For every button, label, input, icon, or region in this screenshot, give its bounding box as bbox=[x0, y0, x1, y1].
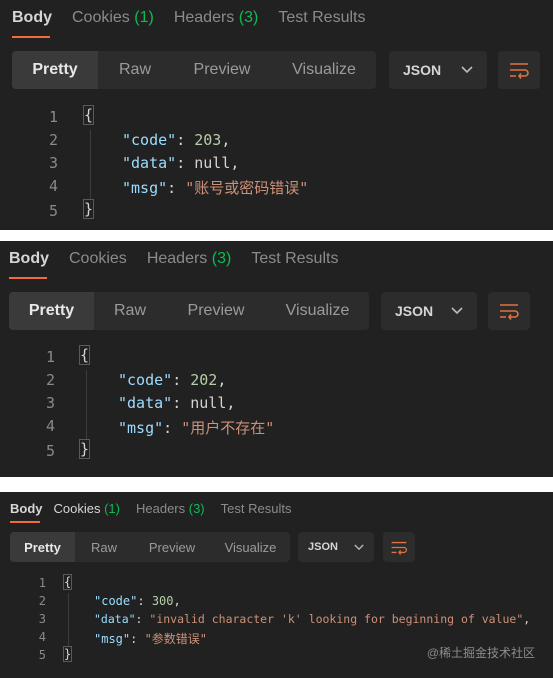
cookies-count: (1) bbox=[134, 9, 154, 26]
line-number: 3 bbox=[45, 394, 55, 412]
view-mode-raw[interactable]: Raw bbox=[98, 51, 172, 89]
view-mode-pretty[interactable]: Pretty bbox=[12, 51, 98, 89]
view-mode-visualize[interactable]: Visualize bbox=[272, 51, 376, 89]
response-panel-1: Body Cookies (1) Headers (3) Test Result… bbox=[0, 0, 553, 230]
response-panel-3: Body Cookies (1) Headers (3) Test Result… bbox=[0, 492, 553, 678]
view-mode-raw[interactable]: Raw bbox=[94, 292, 166, 330]
format-label: JSON bbox=[395, 303, 434, 319]
format-dropdown[interactable]: JSON bbox=[389, 51, 487, 89]
code-line: "msg": "参数错误" bbox=[94, 632, 208, 646]
tab-headers[interactable]: Headers (3) bbox=[136, 501, 205, 516]
view-mode-selector: Pretty Raw Preview Visualize bbox=[12, 51, 376, 89]
indent-guide bbox=[90, 130, 91, 200]
line-number: 4 bbox=[38, 630, 46, 644]
line-number: 1 bbox=[38, 576, 46, 590]
code-line: } bbox=[62, 646, 73, 662]
wrap-lines-icon bbox=[391, 541, 407, 555]
view-mode-visualize[interactable]: Visualize bbox=[211, 532, 290, 562]
view-mode-pretty[interactable]: Pretty bbox=[10, 532, 75, 562]
brace-close: } bbox=[78, 439, 91, 459]
view-mode-preview[interactable]: Preview bbox=[166, 292, 266, 330]
indent-guide bbox=[68, 593, 69, 647]
format-dropdown[interactable]: JSON bbox=[381, 292, 477, 330]
line-number: 2 bbox=[48, 131, 58, 149]
active-tab-underline bbox=[9, 277, 47, 279]
tab-cookies[interactable]: Cookies (1) bbox=[54, 501, 120, 516]
response-tabs: Body Cookies (1) Headers (3) Test Result… bbox=[10, 501, 291, 516]
brace-open: { bbox=[62, 574, 73, 590]
wrap-lines-icon bbox=[510, 63, 529, 79]
tab-body[interactable]: Body bbox=[9, 250, 49, 268]
line-number: 2 bbox=[45, 371, 55, 389]
line-number: 4 bbox=[45, 417, 55, 435]
wrap-lines-icon bbox=[500, 304, 519, 320]
code-line: "code": 202, bbox=[118, 371, 227, 389]
chevron-down-icon bbox=[354, 544, 364, 550]
line-number: 5 bbox=[48, 202, 58, 220]
line-number: 4 bbox=[48, 177, 58, 195]
code-line: { bbox=[82, 105, 95, 125]
line-number: 1 bbox=[45, 348, 55, 366]
code-line: "msg": "账号或密码错误" bbox=[122, 179, 309, 197]
code-line: "data": null, bbox=[122, 154, 240, 172]
view-mode-raw[interactable]: Raw bbox=[75, 532, 133, 562]
watermark: @稀土掘金技术社区 bbox=[426, 646, 535, 660]
tab-headers[interactable]: Headers (3) bbox=[174, 9, 259, 27]
tab-body[interactable]: Body bbox=[12, 9, 52, 27]
format-dropdown[interactable]: JSON bbox=[298, 532, 374, 562]
line-number: 5 bbox=[45, 442, 55, 460]
code-line: { bbox=[78, 345, 91, 365]
response-panel-2: Body Cookies Headers (3) Test Results Pr… bbox=[0, 241, 553, 477]
view-mode-preview[interactable]: Preview bbox=[172, 51, 272, 89]
line-number: 5 bbox=[38, 648, 46, 662]
active-tab-underline bbox=[10, 521, 40, 523]
headers-count: (3) bbox=[238, 9, 259, 26]
headers-count: (3) bbox=[188, 501, 205, 516]
view-mode-selector: Pretty Raw Preview Visualize bbox=[9, 292, 369, 330]
tab-test-results[interactable]: Test Results bbox=[221, 501, 292, 516]
brace-close: } bbox=[62, 646, 73, 662]
code-line: "code": 203, bbox=[122, 131, 231, 149]
line-number: 1 bbox=[48, 108, 58, 126]
tab-test-results[interactable]: Test Results bbox=[278, 9, 365, 27]
view-mode-preview[interactable]: Preview bbox=[133, 532, 211, 562]
brace-close: } bbox=[82, 199, 95, 219]
format-label: JSON bbox=[308, 541, 338, 553]
cookies-count: (1) bbox=[104, 501, 120, 516]
tab-cookies[interactable]: Cookies bbox=[69, 250, 127, 268]
view-mode-selector: Pretty Raw Preview Visualize bbox=[10, 532, 290, 562]
response-tabs: Body Cookies (1) Headers (3) Test Result… bbox=[12, 9, 365, 27]
brace-open: { bbox=[82, 105, 95, 125]
headers-count: (3) bbox=[211, 250, 232, 267]
format-label: JSON bbox=[403, 62, 442, 78]
view-mode-pretty[interactable]: Pretty bbox=[9, 292, 94, 330]
chevron-down-icon bbox=[461, 66, 473, 74]
tab-test-results[interactable]: Test Results bbox=[251, 250, 338, 268]
tab-body[interactable]: Body bbox=[10, 501, 43, 516]
view-mode-visualize[interactable]: Visualize bbox=[266, 292, 369, 330]
wrap-lines-button[interactable] bbox=[383, 532, 415, 562]
code-line: "code": 300, bbox=[94, 594, 181, 608]
tab-headers[interactable]: Headers (3) bbox=[147, 250, 232, 268]
code-line: } bbox=[82, 199, 95, 219]
code-line: "data": null, bbox=[118, 394, 236, 412]
code-line: } bbox=[78, 439, 91, 459]
code-line: { bbox=[62, 574, 73, 590]
wrap-lines-button[interactable] bbox=[488, 292, 530, 330]
line-number: 3 bbox=[38, 612, 46, 626]
tab-cookies[interactable]: Cookies (1) bbox=[72, 9, 154, 27]
wrap-lines-button[interactable] bbox=[498, 51, 540, 89]
response-tabs: Body Cookies Headers (3) Test Results bbox=[9, 250, 338, 268]
brace-open: { bbox=[78, 345, 91, 365]
code-line: "msg": "用户不存在" bbox=[118, 419, 275, 437]
code-line: "data": "invalid character 'k' looking f… bbox=[94, 612, 531, 626]
line-number: 2 bbox=[38, 594, 46, 608]
active-tab-underline bbox=[12, 36, 50, 38]
indent-guide bbox=[86, 370, 87, 440]
chevron-down-icon bbox=[451, 307, 463, 315]
line-number: 3 bbox=[48, 154, 58, 172]
